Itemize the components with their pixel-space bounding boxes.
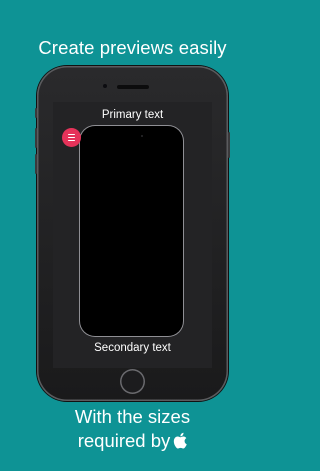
menu-button[interactable] bbox=[62, 128, 81, 147]
side-button-power bbox=[228, 132, 230, 158]
inner-device-preview bbox=[80, 126, 183, 336]
headline: Create previews easily bbox=[38, 37, 227, 58]
footer-line-1: With the sizes bbox=[74, 406, 191, 427]
hamburger-icon-line bbox=[68, 136, 75, 139]
side-button-silent bbox=[35, 108, 37, 118]
footer-line-2-text: required by bbox=[77, 430, 171, 451]
primary-text: Primary text bbox=[101, 109, 164, 121]
secondary-text: Secondary text bbox=[94, 342, 171, 354]
side-button-volume-down bbox=[35, 154, 37, 174]
hamburger-icon bbox=[68, 133, 75, 136]
footer-line-2: required by bbox=[0, 429, 265, 455]
front-camera bbox=[103, 84, 107, 88]
hamburger-icon-line bbox=[68, 139, 75, 142]
footer-caption: With the sizes required by bbox=[0, 405, 265, 455]
earpiece-speaker bbox=[117, 85, 149, 89]
apple-logo-icon bbox=[173, 431, 187, 455]
inner-device-camera bbox=[141, 135, 143, 137]
home-button[interactable] bbox=[120, 369, 145, 394]
device-screen: Primary text Secondary text bbox=[53, 102, 212, 368]
side-button-volume-up bbox=[35, 128, 37, 148]
phone-frame: Primary text Secondary text bbox=[35, 66, 230, 401]
